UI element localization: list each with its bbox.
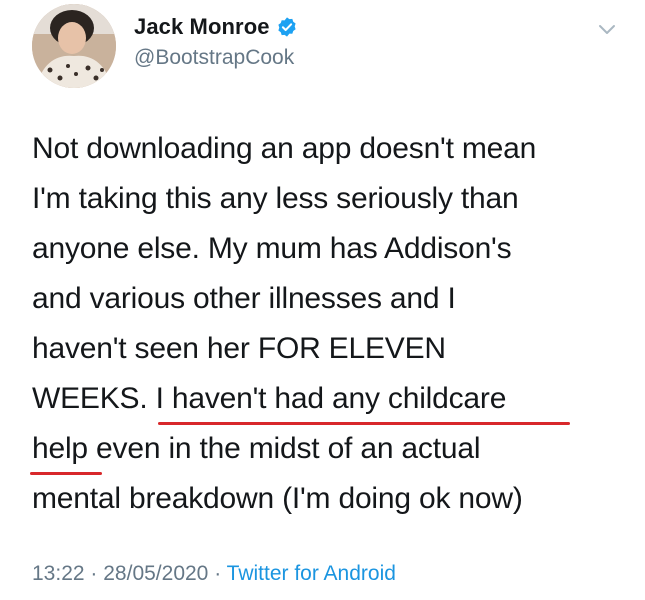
tweet-text-line: mental breakdown (I'm doing ok now) bbox=[32, 482, 523, 515]
author-name-row[interactable]: Jack Monroe bbox=[134, 12, 298, 42]
chevron-down-icon[interactable] bbox=[596, 18, 618, 40]
annotation-underline bbox=[158, 422, 570, 425]
verified-badge-icon bbox=[276, 16, 298, 38]
tweet-text-line: WEEKS. I haven't had any childcare bbox=[32, 382, 507, 415]
tweet-date[interactable]: 28/05/2020 bbox=[103, 562, 208, 585]
tweet-text-line: I'm taking this any less seriously than bbox=[32, 182, 519, 215]
tweet-card: Jack Monroe @BootstrapCook Not downloadi… bbox=[0, 0, 645, 600]
tweet-meta: 13:22 · 28/05/2020 · Twitter for Android bbox=[32, 562, 396, 586]
avatar[interactable] bbox=[32, 4, 116, 88]
tweet-text-line: anyone else. My mum has Addison's bbox=[32, 232, 512, 265]
tweet-text-line: Not downloading an app doesn't mean bbox=[32, 132, 537, 165]
display-name[interactable]: Jack Monroe bbox=[134, 14, 270, 40]
tweet-text-line: and various other illnesses and I bbox=[32, 282, 456, 315]
handle[interactable]: @BootstrapCook bbox=[134, 46, 294, 70]
meta-separator: · bbox=[214, 562, 222, 585]
tweet-text-line: help even in the midst of an actual bbox=[32, 432, 481, 465]
tweet-time[interactable]: 13:22 bbox=[32, 562, 85, 585]
tweet-text-line: haven't seen her FOR ELEVEN bbox=[32, 332, 446, 365]
annotation-underline bbox=[30, 472, 102, 475]
meta-separator: · bbox=[90, 562, 98, 585]
tweet-text: Not downloading an app doesn't mean I'm … bbox=[32, 124, 632, 524]
tweet-source[interactable]: Twitter for Android bbox=[227, 562, 396, 585]
